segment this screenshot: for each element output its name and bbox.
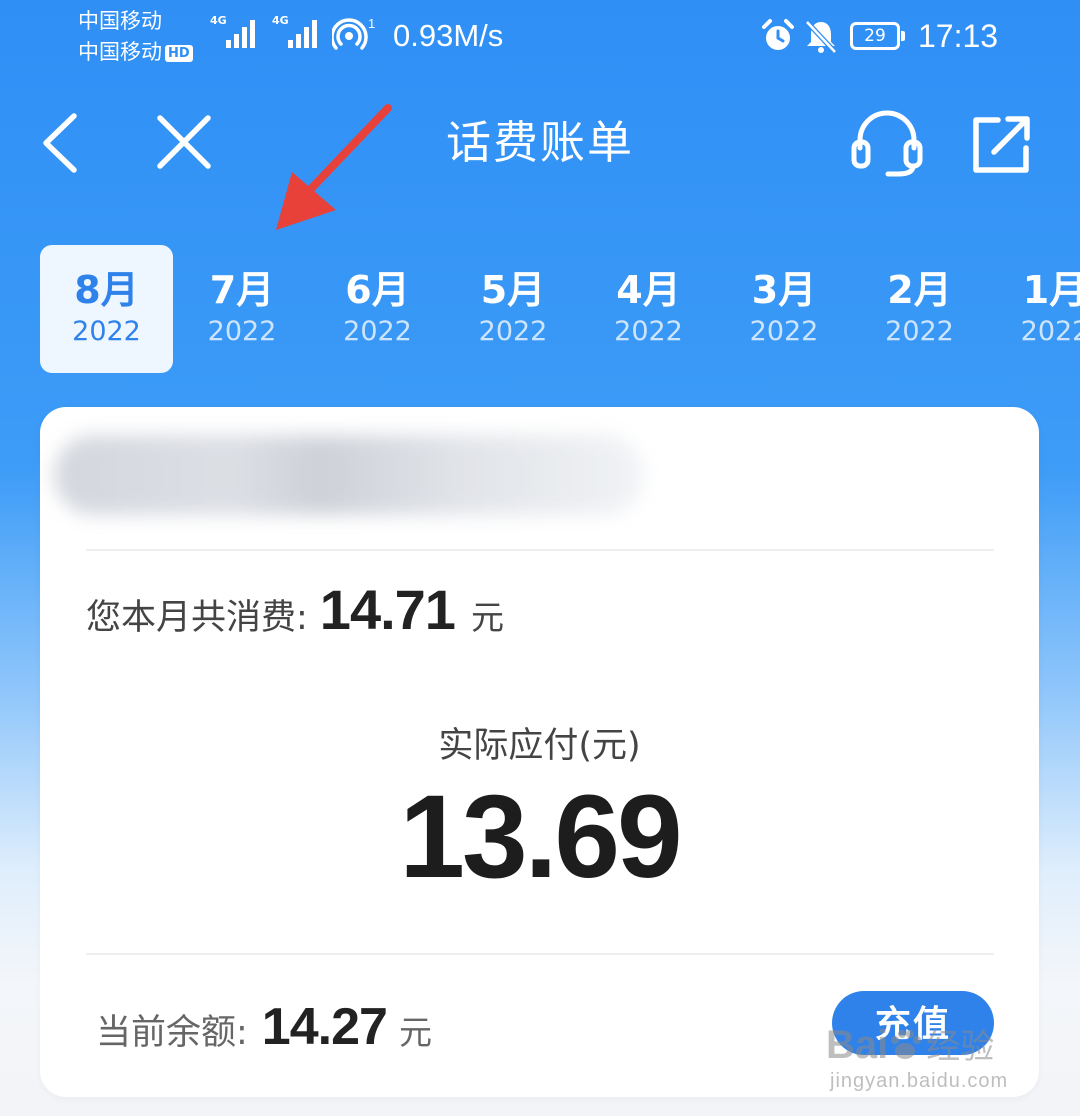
watermark-logo-cn: 经验 bbox=[926, 1027, 995, 1067]
watermark-logo: Bai 经验 bbox=[826, 1020, 994, 1072]
amount-due-value: 13.69 bbox=[399, 771, 682, 903]
month-tab-year: 2022 bbox=[72, 316, 141, 347]
carrier-2: 中国移动 bbox=[78, 40, 162, 64]
sim2-network-type: 4G bbox=[272, 14, 289, 27]
sim1-network-type: 4G bbox=[210, 14, 227, 27]
carrier-2-row: 中国移动 HD bbox=[78, 37, 193, 68]
amount-due-label: 实际应付(元) bbox=[438, 726, 641, 766]
month-tab-year: 2022 bbox=[749, 316, 819, 347]
divider bbox=[86, 953, 994, 955]
balance-value: 14.27 bbox=[261, 998, 388, 1056]
bill-card: 您本月共消费: 14.71 元 实际应付(元) 13.69 当前余额: 14.27 元 … bbox=[40, 407, 1039, 1097]
paw-icon bbox=[891, 1030, 922, 1059]
month-tab-month: 7月 bbox=[209, 268, 275, 312]
page-title: 话费账单 bbox=[445, 116, 634, 169]
month-tab-6[interactable]: 3月 2022 bbox=[718, 245, 851, 373]
bell-muted-icon bbox=[805, 20, 837, 54]
baidu-jingyan-watermark: Bai 经验 jingyan.baidu.com bbox=[826, 1020, 1036, 1096]
hotspot-icon: 1 bbox=[332, 16, 375, 50]
month-tab-year: 2022 bbox=[614, 316, 683, 347]
share-icon[interactable] bbox=[968, 112, 1034, 176]
month-tab-8[interactable]: 1月 2022 bbox=[989, 245, 1080, 373]
battery-indicator: 29 bbox=[850, 22, 905, 50]
balance-unit: 元 bbox=[398, 1013, 432, 1052]
month-tab-5[interactable]: 4月 2022 bbox=[582, 245, 715, 373]
month-tab-year: 2022 bbox=[885, 316, 954, 347]
month-tab-month: 2月 bbox=[887, 268, 952, 312]
month-tab-month: 5月 bbox=[480, 268, 546, 312]
month-tab-4[interactable]: 5月 2022 bbox=[447, 245, 580, 373]
signal-icon bbox=[226, 20, 255, 48]
watermark-url: jingyan.baidu.com bbox=[830, 1070, 1009, 1092]
network-speed: 0.93M/s bbox=[393, 18, 504, 53]
balance-row: 当前余额: 14.27 元 bbox=[96, 992, 796, 1062]
month-tab-year: 2022 bbox=[1020, 316, 1080, 347]
watermark-logo-text: Bai bbox=[826, 1023, 889, 1067]
monthly-total-label: 您本月共消费: bbox=[86, 598, 308, 638]
alarm-icon bbox=[762, 19, 794, 50]
status-bar: 中国移动 中国移动 HD 4G 4G 1 0.93M/s 29 17:13 bbox=[0, 0, 1080, 80]
redacted-account-info bbox=[54, 435, 644, 515]
month-tab-month: 4月 bbox=[616, 268, 681, 312]
close-icon[interactable] bbox=[152, 112, 216, 174]
month-tab-year: 2022 bbox=[478, 316, 548, 347]
hotspot-label: 1 bbox=[368, 16, 375, 31]
monthly-total-unit: 元 bbox=[470, 598, 504, 637]
month-tab-year: 2022 bbox=[343, 316, 412, 347]
carrier-1: 中国移动 bbox=[78, 9, 162, 33]
headset-icon[interactable] bbox=[848, 108, 926, 178]
chevron-left-icon[interactable] bbox=[36, 110, 84, 176]
month-tab-1[interactable]: 8月 2022 bbox=[40, 245, 173, 373]
signal-icon bbox=[288, 20, 317, 48]
month-track: 8月 2022 7月 2022 6月 2022 5月 2022 4月 2022 3月 2022 2月 20… bbox=[40, 245, 1080, 373]
month-tab-3[interactable]: 6月 2022 bbox=[311, 245, 444, 373]
month-tab-month: 3月 bbox=[751, 268, 817, 312]
status-time: 17:13 bbox=[918, 18, 999, 54]
monthly-total-value: 14.71 bbox=[319, 578, 456, 641]
month-tab-year: 2022 bbox=[207, 316, 277, 347]
month-tab-2[interactable]: 7月 2022 bbox=[176, 245, 309, 373]
annotation-arrow bbox=[276, 104, 392, 230]
month-tab-7[interactable]: 2月 2022 bbox=[853, 245, 986, 373]
month-tab-month: 6月 bbox=[345, 268, 410, 312]
hd-badge: HD bbox=[165, 45, 193, 62]
monthly-total-row: 您本月共消费: 14.71 元 bbox=[86, 575, 786, 645]
month-tab-month: 8月 bbox=[74, 268, 139, 312]
carrier-names: 中国移动 中国移动 HD bbox=[78, 6, 193, 68]
month-tab-month: 1月 bbox=[1022, 268, 1080, 312]
balance-label: 当前余额: bbox=[96, 1013, 248, 1053]
month-selector[interactable]: 8月 2022 7月 2022 6月 2022 5月 2022 4月 2022 3月 2022 2月 20… bbox=[40, 245, 1080, 375]
divider bbox=[86, 549, 994, 551]
